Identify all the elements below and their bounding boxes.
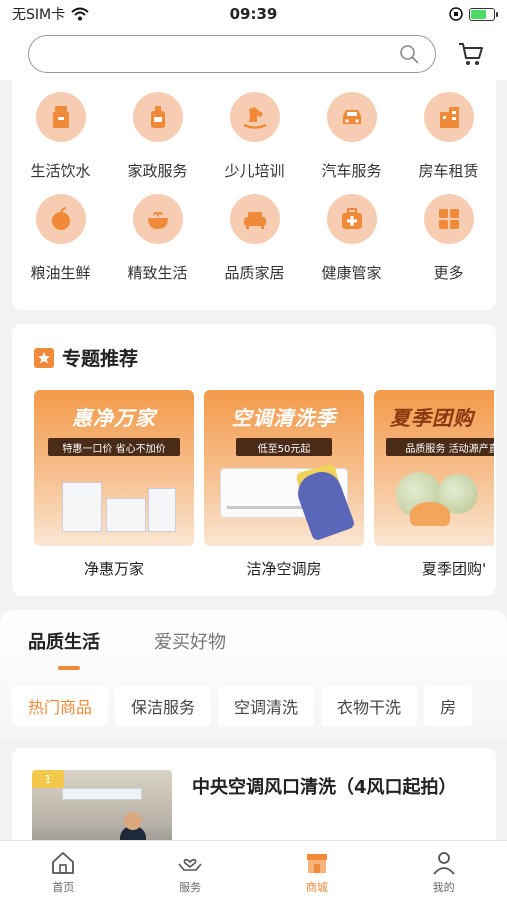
appliance-image: [148, 488, 176, 532]
wifi-icon: [71, 7, 89, 21]
nav-mine[interactable]: 我的: [380, 841, 507, 900]
promo-headline: 惠净万家: [72, 406, 156, 430]
grid-icon: [423, 194, 474, 244]
promo-card[interactable]: 空调清洗季 低至50元起 洁净空调房: [204, 390, 364, 579]
category-item-more[interactable]: 更多: [400, 194, 497, 296]
category-label: 健康管家: [321, 264, 382, 282]
category-label: 粮油生鲜: [30, 264, 91, 282]
category-label: 家政服务: [127, 162, 188, 180]
status-bar: 无SIM卡: [0, 0, 507, 28]
category-card: 生活饮水 家政服务 少儿培训 汽车服务 房车租赁 粮油生鲜 精致生活 品质家居 …: [12, 80, 496, 310]
product-title: 中央空调风口清洗（4风口起拍）: [192, 777, 457, 798]
battery-icon: [469, 7, 498, 21]
promo-card[interactable]: 夏季团购 品质服务 活动源产直供 夏季团购': [374, 390, 494, 579]
heater-image: [106, 498, 146, 532]
medical-kit-icon: [326, 194, 377, 244]
category-item-housekeeping[interactable]: 家政服务: [109, 92, 206, 194]
nav-label: 首页: [52, 881, 75, 894]
chip-row: 热门商品 保洁服务 空调清洗 衣物干洗 房: [12, 686, 473, 726]
chip-cleaning-service[interactable]: 保洁服务: [115, 686, 212, 726]
promo-tag: 特惠一口价 省心不加价: [48, 438, 180, 456]
category-label: 房车租赁: [418, 162, 479, 180]
category-item-kids-training[interactable]: 少儿培训: [206, 92, 303, 194]
category-label: 精致生活: [127, 264, 188, 282]
promo-label: 夏季团购': [421, 560, 487, 578]
special-title-text: 专题推荐: [62, 348, 139, 370]
promo-image: 夏季团购 品质服务 活动源产直供: [374, 390, 494, 546]
rocking-horse-icon: [229, 92, 280, 142]
orientation-lock-icon: [449, 7, 463, 21]
special-recommend-card: 专题推荐 惠净万家 特惠一口价 省心不加价 净惠万家 空调清洗季 低至50元起 …: [12, 324, 496, 596]
bowl-icon: [132, 194, 183, 244]
ceiling-vent-image: [62, 788, 142, 800]
search-icon[interactable]: [399, 44, 419, 64]
tab-indicator: [58, 666, 80, 670]
user-icon: [432, 852, 455, 875]
chip-partial[interactable]: 房: [424, 686, 473, 726]
nav-label: 我的: [432, 881, 455, 894]
category-item-car-service[interactable]: 汽车服务: [303, 92, 400, 194]
hand-heart-icon: [178, 858, 202, 871]
promo-headline: 夏季团购: [390, 406, 474, 430]
tab-quality-life[interactable]: 品质生活: [28, 628, 100, 654]
promo-image: 空调清洗季 低至50元起: [204, 390, 364, 546]
category-grid: 生活饮水 家政服务 少儿培训 汽车服务 房车租赁 粮油生鲜 精致生活 品质家居 …: [12, 80, 496, 296]
category-item-grain-fresh[interactable]: 粮油生鲜: [12, 194, 109, 296]
chip-dry-cleaning[interactable]: 衣物干洗: [321, 686, 418, 726]
nav-label: 服务: [179, 881, 202, 894]
cart-icon[interactable]: [457, 40, 485, 68]
special-title: 专题推荐: [34, 344, 138, 371]
category-label: 品质家居: [224, 264, 285, 282]
worker-head-image: [124, 812, 142, 830]
category-item-rv-rental[interactable]: 房车租赁: [400, 92, 497, 194]
promo-tag: 低至50元起: [236, 438, 332, 456]
header: [0, 28, 507, 80]
nav-shop[interactable]: 商城: [254, 841, 381, 900]
category-item-quality-home[interactable]: 品质家居: [206, 194, 303, 296]
category-item-health-manager[interactable]: 健康管家: [303, 194, 400, 296]
promo-card[interactable]: 惠净万家 特惠一口价 省心不加价 净惠万家: [34, 390, 194, 579]
nav-label: 商城: [305, 881, 328, 894]
promo-label: 洁净空调房: [246, 560, 322, 578]
category-label: 更多: [433, 264, 464, 282]
nav-home[interactable]: 首页: [0, 841, 127, 900]
category-label: 汽车服务: [321, 162, 382, 180]
water-dispenser-icon: [35, 92, 86, 142]
promo-carousel[interactable]: 惠净万家 特惠一口价 省心不加价 净惠万家 空调清洗季 低至50元起 洁净空调房…: [34, 390, 494, 590]
building-icon: [423, 92, 474, 142]
status-left: 无SIM卡: [12, 4, 89, 24]
main-tabs: 品质生活 爱买好物: [28, 628, 226, 654]
nav-service[interactable]: 服务: [127, 841, 254, 900]
product-badge: 1: [32, 770, 64, 788]
promo-image: 惠净万家 特惠一口价 省心不加价: [34, 390, 194, 546]
category-item-drinking-water[interactable]: 生活饮水: [12, 92, 109, 194]
melon-slice-image: [410, 502, 450, 526]
washer-image: [62, 482, 102, 532]
category-label: 少儿培训: [224, 162, 285, 180]
category-item-exquisite-life[interactable]: 精致生活: [109, 194, 206, 296]
star-icon: [34, 347, 54, 368]
chip-hot-products[interactable]: 热门商品: [12, 686, 109, 726]
tab-love-shopping[interactable]: 爱买好物: [154, 628, 226, 654]
status-right: [449, 7, 498, 21]
shop-icon: [306, 854, 327, 873]
cleaning-bottle-icon: [132, 92, 183, 142]
sofa-icon: [229, 194, 280, 244]
search-input[interactable]: [29, 36, 389, 72]
promo-label: 净惠万家: [83, 560, 144, 578]
category-label: 生活饮水: [30, 162, 91, 180]
promo-headline: 空调清洗季: [231, 406, 337, 430]
home-icon: [52, 852, 75, 874]
carrier-label: 无SIM卡: [12, 7, 66, 23]
car-icon: [326, 92, 377, 142]
bottom-nav: 首页 服务 商城 我的: [0, 840, 507, 900]
promo-tag: 品质服务 活动源产直供: [386, 438, 494, 456]
product-tab-section: 品质生活 爱买好物 热门商品 保洁服务 空调清洗 衣物干洗 房: [0, 610, 507, 740]
search-box[interactable]: [28, 35, 436, 73]
chip-ac-cleaning[interactable]: 空调清洗: [218, 686, 315, 726]
apple-icon: [35, 194, 86, 244]
